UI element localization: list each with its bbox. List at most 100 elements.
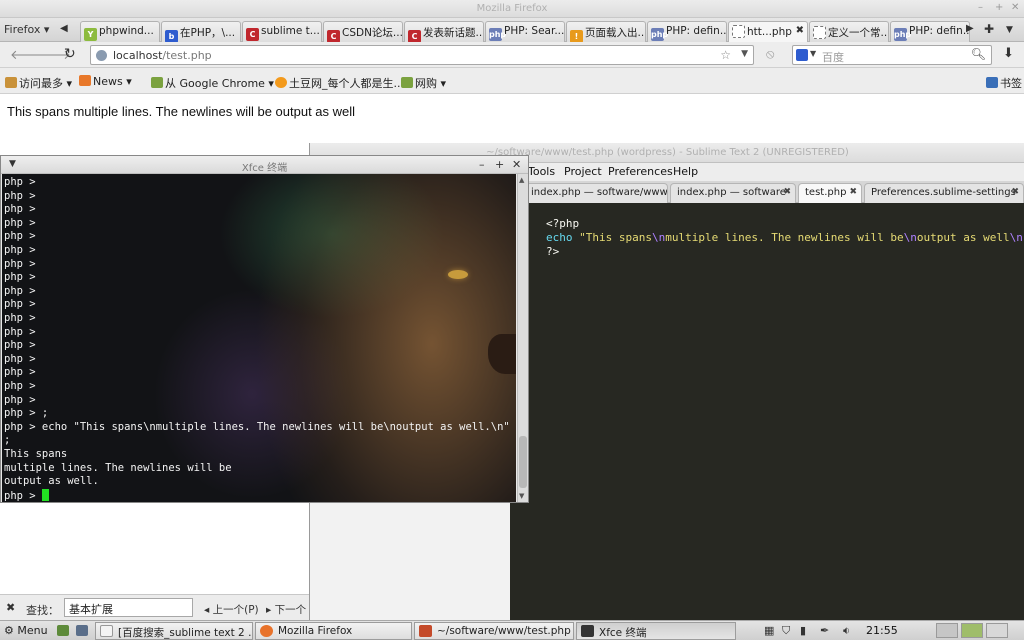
terminal-text: php > [4, 489, 42, 502]
code-editor[interactable]: <?php echo "This spans\nmultiple lines. … [510, 203, 1024, 621]
volume-icon[interactable]: 🔉︎ [843, 624, 850, 638]
terminal-output-line: php > ; [4, 407, 48, 421]
tab-preferences[interactable]: Preferences.sublime-settings ✖ [864, 183, 1024, 203]
bookmark-most-visited[interactable]: 访问最多 ▾ [5, 75, 72, 91]
close-tab-icon[interactable]: ✖ [796, 25, 804, 36]
search-icon[interactable]: 🔍︎ [971, 47, 986, 61]
bookmark-news[interactable]: News ▾ [79, 75, 132, 88]
menu-help[interactable]: Help [673, 165, 698, 178]
engine-dropdown-icon[interactable]: ▼ [810, 49, 816, 58]
browser-tab[interactable]: Csublime t... [242, 21, 322, 42]
new-tab-icon[interactable]: ✚ [984, 22, 994, 36]
rss-icon [79, 75, 91, 86]
reload-icon[interactable]: ↻ [64, 46, 76, 62]
string-part: multiple lines. The newlines will be [665, 231, 904, 244]
network-icon[interactable]: ▦ [764, 624, 774, 637]
terminal-prompt-line: php > [4, 284, 36, 297]
maximize-button[interactable]: + [995, 2, 1003, 13]
terminal-titlebar: ▼ Xfce 终端 – + ✕ [1, 156, 528, 174]
maximize-button[interactable]: + [495, 158, 504, 171]
tab-scroll-right-icon[interactable]: ▶ [966, 23, 974, 34]
terminal-scrollbar[interactable]: ▲ ▼ [517, 174, 528, 502]
browser-tab[interactable]: 定义一个常... [809, 21, 889, 42]
browser-tab[interactable]: Yphpwind... [80, 21, 160, 42]
url-host: localhost [113, 49, 163, 62]
close-window-button[interactable]: ✕ [512, 158, 521, 171]
task-label: Xfce 终端 [599, 627, 647, 639]
find-input[interactable]: 基本扩展 [64, 598, 193, 617]
bookmark-label: 从 Google Chrome ▾ [165, 77, 274, 90]
browser-tab[interactable]: phpPHP: defin... [647, 21, 727, 42]
battery-icon[interactable]: ▮ [800, 624, 806, 637]
scroll-up-icon[interactable]: ▲ [519, 176, 524, 184]
applications-menu-button[interactable]: ⚙ Menu [4, 624, 48, 637]
pen-icon[interactable]: ✒ [820, 624, 829, 637]
terminal-text: php > echo "This spans\nmultiple lines. … [4, 420, 510, 433]
site-identity-icon[interactable] [96, 50, 107, 61]
browser-tab[interactable]: htt...php ✖ [728, 21, 808, 42]
browser-tab[interactable]: C CSDN论坛... [323, 21, 403, 42]
bookmarks-menu-button[interactable]: 书签 [986, 75, 1022, 91]
show-desktop-icon[interactable] [57, 625, 69, 636]
php-icon: php [651, 28, 669, 41]
workspace-1[interactable] [936, 623, 958, 638]
tab-index-php-1[interactable]: index.php — software/www/w [524, 183, 668, 203]
document-icon [100, 625, 113, 637]
terminal-prompt-line: php > [4, 380, 36, 392]
browser-tab[interactable]: phpPHP: Sear... [485, 21, 565, 42]
scrollbar-thumb[interactable] [519, 436, 527, 488]
find-previous-button[interactable]: ◂ 上一个(P) [204, 602, 259, 617]
firefox-tab-bar: Firefox ▾ ◀ Yphpwind... b 在PHP，\... Csublim… [0, 18, 1024, 42]
workspace-2[interactable] [961, 623, 983, 638]
close-tab-icon[interactable]: ✖ [849, 187, 857, 197]
terminal-text: ; [4, 434, 11, 447]
csdn-icon: C [408, 30, 421, 42]
baidu-engine-icon[interactable] [796, 49, 808, 61]
close-window-button[interactable]: ✕ [1011, 2, 1019, 13]
downloads-icon[interactable]: ⬇ [1003, 46, 1014, 61]
task-baidu-search[interactable]: [百度搜索_sublime text 2 ... [95, 622, 253, 640]
url-bar[interactable]: localhost/test.php ☆ ▼ [90, 45, 754, 65]
shield-icon[interactable]: ⛉ [782, 624, 790, 638]
task-sublime[interactable]: ~/software/www/test.php (... [414, 622, 574, 640]
close-tab-icon[interactable]: ✖ [783, 187, 791, 197]
list-all-tabs-icon[interactable]: ▼ [1006, 25, 1013, 35]
bookmark-shopping[interactable]: 网购 ▾ [401, 75, 446, 91]
terminal-screen[interactable]: php > php > php > php > php > php > php > php >… [2, 174, 516, 502]
browser-tab[interactable]: phpPHP: defin... [890, 21, 970, 42]
close-tab-icon[interactable]: ✖ [1011, 187, 1019, 197]
csdn-icon: C [327, 30, 340, 42]
task-firefox[interactable]: Mozilla Firefox [255, 622, 412, 640]
tab-label: index.php — software/www/w [531, 187, 668, 198]
task-terminal[interactable]: Xfce 终端 [576, 622, 736, 640]
url-history-dropdown-icon[interactable]: ▼ [741, 49, 748, 59]
tab-index-php-2[interactable]: index.php — software ✖ [670, 183, 796, 203]
minimize-button[interactable]: – [978, 2, 983, 13]
stop-icon[interactable]: ⦸ [766, 47, 774, 62]
close-find-bar-icon[interactable]: ✖ [6, 601, 15, 614]
workspace-switch-icon[interactable] [76, 625, 88, 636]
tab-test-php[interactable]: test.php ✖ [798, 183, 862, 203]
bookmark-star-icon[interactable]: ☆ [720, 48, 731, 62]
warning-icon: ! [570, 30, 583, 42]
bookmark-from-chrome[interactable]: 从 Google Chrome ▾ [151, 75, 274, 91]
bookmark-label: News ▾ [93, 75, 132, 88]
terminal-text: output as well. [4, 475, 99, 488]
browser-tab[interactable]: b 在PHP，\... [161, 21, 241, 42]
browser-tab[interactable]: C 发表新话题... [404, 21, 484, 42]
task-label: [百度搜索_sublime text 2 ... [118, 627, 253, 639]
menu-preferences[interactable]: Preferences [608, 165, 673, 178]
workspace-3[interactable] [986, 623, 1008, 638]
terminal-prompt-line: php > [4, 244, 36, 256]
minimize-button[interactable]: – [479, 158, 485, 171]
search-input[interactable]: ▼ 百度 🔍︎ [792, 45, 992, 65]
scroll-down-icon[interactable]: ▼ [519, 492, 524, 500]
terminal-prompt-line: php > [4, 325, 36, 338]
browser-tab[interactable]: ! 页面载入出... [566, 21, 646, 42]
bookmark-tudou[interactable]: 土豆网_每个人都是生... [275, 75, 404, 91]
tab-scroll-left-icon[interactable]: ◀ [60, 23, 68, 34]
menu-tools[interactable]: Tools [528, 165, 555, 178]
firefox-menu-button[interactable]: Firefox ▾ [4, 23, 49, 36]
find-next-button[interactable]: ▸ 下一个 [266, 602, 306, 617]
menu-project[interactable]: Project [564, 165, 602, 178]
